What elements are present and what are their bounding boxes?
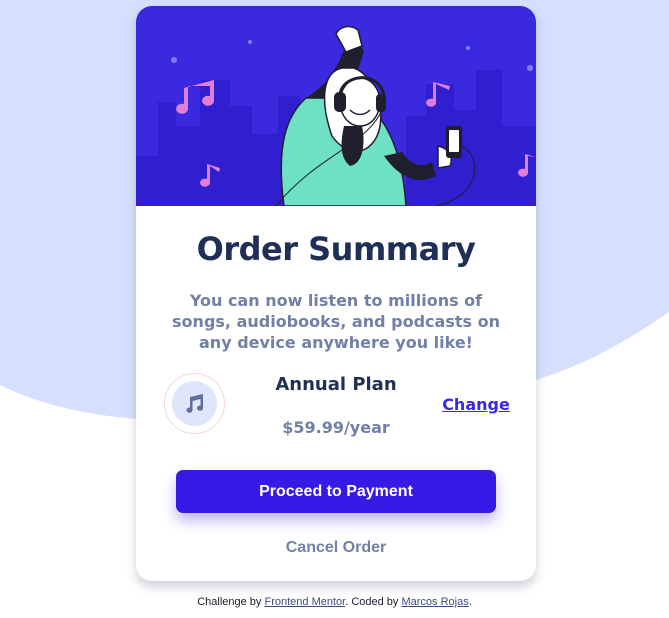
attribution-suffix: . [468, 596, 472, 608]
cancel-order-button[interactable]: Cancel Order [236, 536, 436, 560]
music-note-icon [186, 394, 204, 413]
author-link[interactable]: Marcos Rojas [401, 596, 468, 608]
plan-price: $59.99/year [282, 418, 390, 437]
attribution-prefix: Challenge by [197, 596, 265, 608]
plan-name: Annual Plan [275, 374, 397, 395]
attribution-footer: Challenge by Frontend Mentor. Coded by M… [0, 596, 669, 608]
page-title: Order Summary [196, 230, 476, 268]
order-description: You can now listen to millions of songs,… [172, 291, 500, 352]
hero-illustration [136, 6, 536, 206]
order-summary-card: Order Summary You can now listen to mill… [136, 6, 536, 581]
frontend-mentor-link[interactable]: Frontend Mentor [264, 596, 345, 608]
change-plan-link[interactable]: Change [436, 395, 516, 414]
attribution-middle: . Coded by [345, 596, 402, 608]
proceed-to-payment-button[interactable]: Proceed to Payment [176, 470, 496, 513]
plan-icon-container [164, 373, 225, 434]
